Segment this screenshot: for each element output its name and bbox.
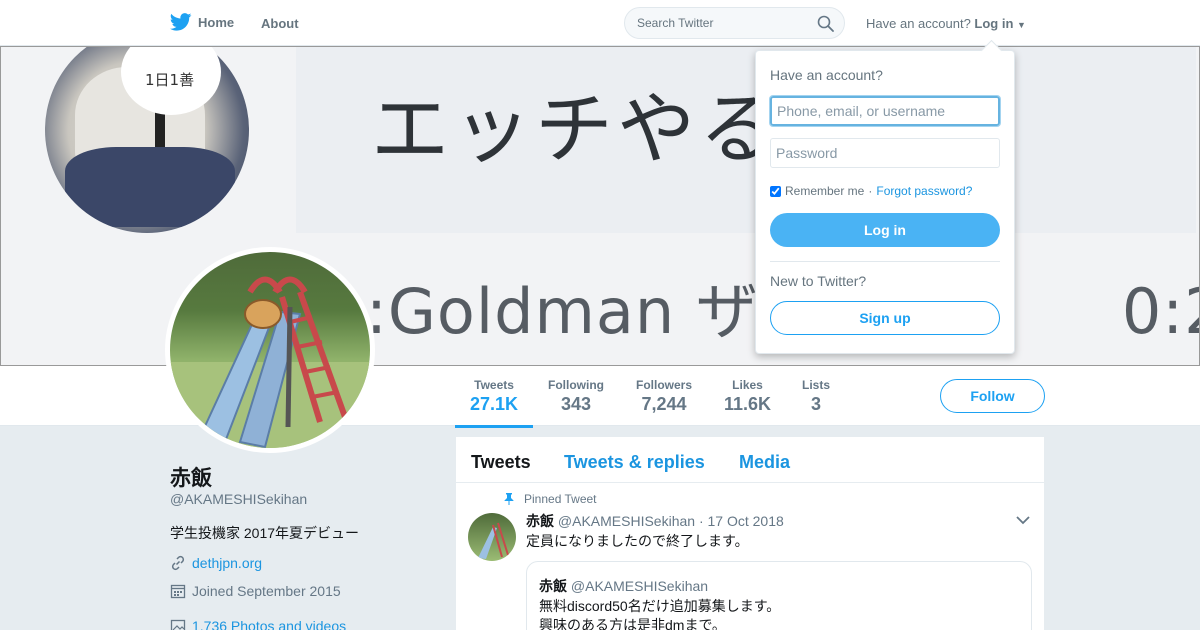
stat-lists[interactable]: Lists 3 [802,378,830,415]
remember-separator: · [868,184,873,198]
stat-value: 343 [560,394,592,414]
profile-joined-row: Joined September 2015 [170,583,341,599]
stat-value: 27.1K [470,394,519,414]
chevron-down-icon: ▼ [1017,20,1026,30]
profile-name[interactable]: 赤飯 [170,462,212,492]
stat-tweets[interactable]: Tweets 27.1K [454,378,534,428]
stat-following[interactable]: Following 343 [548,378,604,415]
chevron-down-icon[interactable] [1016,515,1030,525]
banner-circle-text: 1日1善 [145,71,195,89]
password-field[interactable] [770,138,1000,168]
timeline: Tweets Tweets & replies Media Pinned Twe… [456,437,1044,630]
quoted-tweet-line1: 無料discord50名だけ追加募集します。 [539,598,781,614]
profile-bio: 学生投機家 2017年夏デビュー [170,525,360,541]
profile-joined-date: Joined September 2015 [192,583,341,599]
avatar-slide-illustration [170,276,370,448]
profile-website-link[interactable]: dethjpn.org [192,555,262,571]
banner-text-line1: エッチやる [371,85,782,175]
username-field[interactable] [769,95,1001,127]
search-icon[interactable] [817,15,834,32]
search-input[interactable] [637,16,807,30]
stat-label: Tweets [474,378,514,392]
banner-text-line2-start: :Goldman ザッ [366,275,822,348]
avatar-image [170,252,370,448]
quoted-author-name: 赤飯 [539,578,567,594]
login-link[interactable]: Log in [974,16,1013,31]
quoted-tweet[interactable]: 赤飯 @AKAMESHISekihan 無料discord50名だけ追加募集しま… [526,561,1032,630]
stat-value: 3 [811,394,822,414]
profile-photos-row: 1,736 Photos and videos [170,618,346,630]
login-button[interactable]: Log in [770,213,1000,247]
quoted-tweet-header: 赤飯 @AKAMESHISekihan [539,576,708,596]
dropdown-divider [770,261,1000,262]
stat-label: Followers [636,378,693,392]
tab-media[interactable]: Media [739,452,790,473]
follow-button[interactable]: Follow [940,379,1045,413]
login-dropdown-title: Have an account? [770,67,883,83]
profile-website-row: dethjpn.org [170,555,262,571]
tweet-avatar[interactable] [468,513,516,561]
profile-avatar[interactable] [165,247,375,453]
banner-text-line2-end: 0:24 [1121,275,1199,348]
remember-me-checkbox[interactable] [770,185,781,197]
remember-me-label[interactable]: Remember me [785,184,864,198]
tab-tweets[interactable]: Tweets [471,452,531,473]
tweet-header: 赤飯 @AKAMESHISekihan · 17 Oct 2018 [526,511,784,531]
tweet-author-name[interactable]: 赤飯 [526,513,554,529]
stat-value: 7,244 [641,394,687,414]
nav-home[interactable]: Home [170,13,234,31]
tweet-avatar-illustration [478,522,509,559]
login-dropdown-toggle[interactable]: Have an account? Log in ▼ [866,16,1026,31]
login-dropdown: Have an account? Remember me · Forgot pa… [755,50,1015,354]
stat-likes[interactable]: Likes 11.6K [724,378,771,415]
stat-label: Lists [802,378,831,392]
pin-icon [504,493,514,505]
stat-value: 11.6K [724,394,772,414]
banner-jeans-shape [65,147,235,227]
quoted-tweet-line2: 興味のある方は是非dmまで。 [539,617,726,630]
timeline-tabs: Tweets Tweets & replies Media [456,437,1044,483]
new-to-twitter-text: New to Twitter? [770,273,867,289]
top-navigation: Home About Have an account? Log in ▼ [0,0,1200,46]
account-prompt: Have an account? [866,16,971,31]
nav-about[interactable]: About [261,16,299,31]
nav-home-label: Home [198,14,235,30]
twitter-bird-icon [170,13,192,31]
pinned-tweet-text: Pinned Tweet [524,492,597,506]
photo-icon [170,619,186,630]
tab-tweets-replies[interactable]: Tweets & replies [564,452,705,473]
search-box [624,7,845,39]
link-icon [171,555,185,571]
pinned-tweet-label: Pinned Tweet [504,492,597,506]
tweet-text: 定員になりましたので終了します。 [526,533,749,549]
calendar-icon [170,584,186,599]
forgot-password-link[interactable]: Forgot password? [876,184,972,198]
remember-me-row: Remember me · Forgot password? [770,184,972,198]
tweet-date[interactable]: · 17 Oct 2018 [699,513,784,529]
tweet-author-handle[interactable]: @AKAMESHISekihan [558,513,695,529]
stat-followers[interactable]: Followers 7,244 [636,378,692,415]
quoted-author-handle: @AKAMESHISekihan [570,578,709,594]
signup-button[interactable]: Sign up [770,301,1000,335]
profile-handle[interactable]: @AKAMESHISekihan [170,491,307,507]
stat-label: Likes [732,378,763,392]
stat-label: Following [548,378,604,392]
profile-photos-link[interactable]: 1,736 Photos and videos [192,618,346,630]
